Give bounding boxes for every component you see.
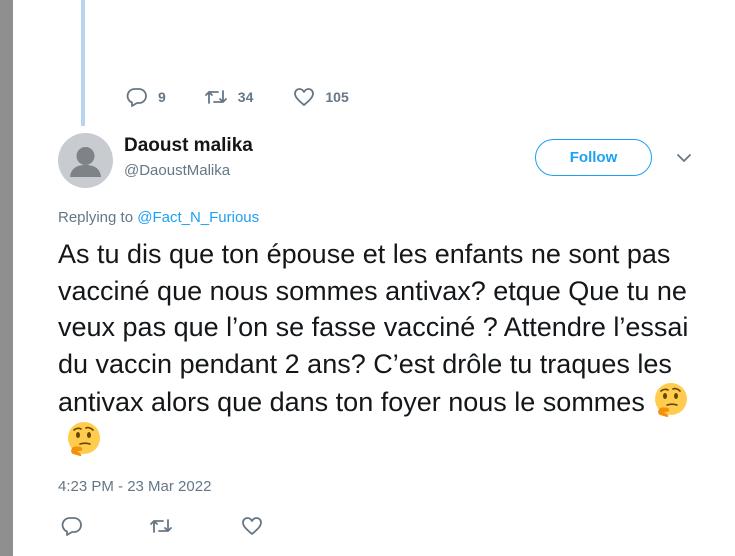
replying-prefix: Replying to xyxy=(58,209,138,226)
thinking-face-icon xyxy=(654,383,687,417)
reply-button[interactable] xyxy=(61,516,83,536)
author-handle[interactable]: @DaoustMalika xyxy=(124,162,230,179)
tweet-body: As tu dis que ton épouse et les enfants … xyxy=(58,239,689,417)
default-avatar-icon xyxy=(70,147,101,177)
reply-count: 9 xyxy=(158,89,166,105)
chevron-down-icon[interactable] xyxy=(676,152,692,164)
tweet-timestamp[interactable]: 4:23 PM - 23 Mar 2022 xyxy=(58,478,211,495)
author-name[interactable]: Daoust malika xyxy=(124,135,253,157)
heart-icon xyxy=(294,88,315,106)
reply-icon xyxy=(126,88,147,107)
heart-icon xyxy=(242,517,262,535)
like-button[interactable] xyxy=(241,516,263,536)
window-left-edge xyxy=(0,0,13,556)
like-button[interactable]: 105 xyxy=(293,87,349,107)
previous-tweet-actions: 9 34 105 xyxy=(126,87,349,107)
replying-to: Replying to @Fact_N_Furious xyxy=(58,209,259,226)
tweet-text: As tu dis que ton épouse et les enfants … xyxy=(58,236,708,459)
mention-link[interactable]: @Fact_N_Furious xyxy=(137,209,259,226)
thread-connector-line xyxy=(81,0,85,126)
retweet-count: 34 xyxy=(237,89,254,105)
retweet-button[interactable] xyxy=(149,516,173,536)
tweet-actions xyxy=(61,516,263,536)
retweet-icon xyxy=(150,519,172,533)
thinking-face-icon xyxy=(68,421,100,456)
retweet-button[interactable]: 34 xyxy=(204,87,254,107)
reply-button[interactable]: 9 xyxy=(126,87,166,107)
retweet-icon xyxy=(204,90,227,104)
follow-button[interactable]: Follow xyxy=(535,139,652,176)
avatar[interactable] xyxy=(58,133,113,188)
reply-icon xyxy=(61,517,82,536)
like-count: 105 xyxy=(325,89,349,105)
